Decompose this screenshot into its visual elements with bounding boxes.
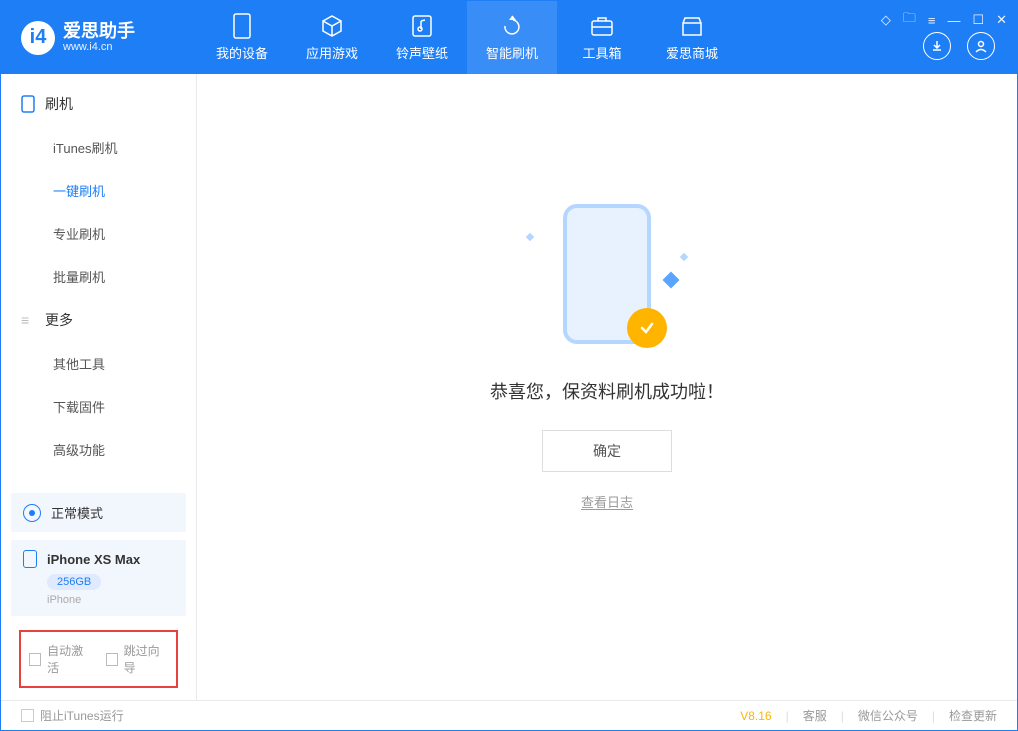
sidebar-item-pro-flash[interactable]: 专业刷机 — [1, 212, 196, 255]
device-card[interactable]: iPhone XS Max 256GB iPhone — [11, 540, 186, 616]
user-button[interactable] — [967, 32, 995, 60]
store-icon — [679, 13, 705, 39]
music-icon — [409, 13, 435, 39]
section-title: 刷机 — [45, 94, 73, 114]
tab-store[interactable]: 爱思商城 — [647, 1, 737, 74]
cube-icon — [319, 13, 345, 39]
app-website: www.i4.cn — [63, 41, 135, 53]
logo-area: i4 爱思助手 www.i4.cn — [1, 21, 197, 55]
footer-link-update[interactable]: 检查更新 — [949, 707, 997, 724]
main-content: 恭喜您，保资料刷机成功啦！ 确定 查看日志 — [197, 74, 1017, 700]
checkbox-block-itunes[interactable]: 阻止iTunes运行 — [21, 707, 124, 724]
ok-button[interactable]: 确定 — [542, 430, 672, 472]
checkbox-label: 跳过向导 — [124, 642, 168, 676]
footer-link-service[interactable]: 客服 — [803, 707, 827, 724]
tab-label: 智能刷机 — [486, 43, 538, 62]
lock-icon[interactable]: 🗀 — [903, 9, 916, 31]
header-right-buttons — [923, 32, 995, 60]
sidebar-item-itunes-flash[interactable]: iTunes刷机 — [1, 126, 196, 169]
view-log-link[interactable]: 查看日志 — [581, 492, 633, 511]
tab-label: 应用游戏 — [306, 43, 358, 62]
title-bar-icons: ◇ 🗀 ≡ — ☐ ✕ — [881, 9, 1007, 31]
close-icon[interactable]: ✕ — [996, 12, 1007, 28]
device-icon — [229, 13, 255, 39]
device-name: iPhone XS Max — [47, 552, 140, 567]
sidebar: 刷机 iTunes刷机 一键刷机 专业刷机 批量刷机 ≡ 更多 其他工具 下载固… — [1, 74, 197, 700]
header-bar: i4 爱思助手 www.i4.cn 我的设备 应用游戏 铃声壁纸 智能刷机 工具… — [1, 1, 1017, 74]
checkbox-highlight-box: 自动激活 跳过向导 — [19, 630, 178, 688]
tab-label: 爱思商城 — [666, 43, 718, 62]
maximize-icon[interactable]: ☐ — [972, 12, 984, 28]
checkbox-skip-wizard[interactable]: 跳过向导 — [106, 642, 169, 676]
checkbox-label: 阻止iTunes运行 — [40, 707, 124, 724]
tab-my-device[interactable]: 我的设备 — [197, 1, 287, 74]
checkbox-label: 自动激活 — [47, 642, 91, 676]
footer-link-wechat[interactable]: 微信公众号 — [858, 707, 918, 724]
tab-toolbox[interactable]: 工具箱 — [557, 1, 647, 74]
tab-label: 工具箱 — [582, 43, 621, 62]
app-logo-icon: i4 — [21, 21, 55, 55]
sidebar-section-more: ≡ 更多 — [1, 298, 196, 342]
device-type: iPhone — [47, 594, 174, 606]
toolbox-icon — [589, 13, 615, 39]
sidebar-section-flash: 刷机 — [1, 82, 196, 126]
sidebar-item-advanced[interactable]: 高级功能 — [1, 428, 196, 471]
minimize-icon[interactable]: — — [947, 13, 960, 28]
sidebar-item-batch-flash[interactable]: 批量刷机 — [1, 255, 196, 298]
tab-ringtones-wallpaper[interactable]: 铃声壁纸 — [377, 1, 467, 74]
success-illustration — [507, 204, 707, 354]
device-storage: 256GB — [47, 574, 101, 590]
tshirt-icon[interactable]: ◇ — [881, 12, 891, 28]
tab-label: 我的设备 — [216, 43, 268, 62]
success-message: 恭喜您，保资料刷机成功啦！ — [490, 378, 724, 404]
sidebar-item-other-tools[interactable]: 其他工具 — [1, 342, 196, 385]
phone-icon — [21, 95, 35, 113]
mode-icon — [23, 504, 41, 522]
app-title: 爱思助手 — [63, 22, 135, 42]
version-text: V8.16 — [740, 709, 771, 723]
tab-label: 铃声壁纸 — [396, 43, 448, 62]
sidebar-item-oneclick-flash[interactable]: 一键刷机 — [1, 169, 196, 212]
tab-smart-flash[interactable]: 智能刷机 — [467, 1, 557, 74]
section-title: 更多 — [45, 310, 73, 330]
device-icon — [23, 550, 37, 568]
tab-apps-games[interactable]: 应用游戏 — [287, 1, 377, 74]
nav-tabs: 我的设备 应用游戏 铃声壁纸 智能刷机 工具箱 爱思商城 — [197, 1, 737, 74]
refresh-icon — [499, 13, 525, 39]
checkbox-icon — [29, 653, 41, 666]
checkbox-icon — [106, 653, 118, 666]
mode-card[interactable]: 正常模式 — [11, 493, 186, 532]
sidebar-item-download-firmware[interactable]: 下载固件 — [1, 385, 196, 428]
checkbox-icon — [21, 709, 34, 722]
list-icon: ≡ — [21, 312, 35, 328]
download-button[interactable] — [923, 32, 951, 60]
mode-label: 正常模式 — [51, 503, 103, 522]
checkbox-auto-activate[interactable]: 自动激活 — [29, 642, 92, 676]
footer-bar: 阻止iTunes运行 V8.16 | 客服 | 微信公众号 | 检查更新 — [1, 700, 1017, 730]
menu-icon[interactable]: ≡ — [928, 13, 936, 28]
check-badge-icon — [627, 308, 667, 348]
